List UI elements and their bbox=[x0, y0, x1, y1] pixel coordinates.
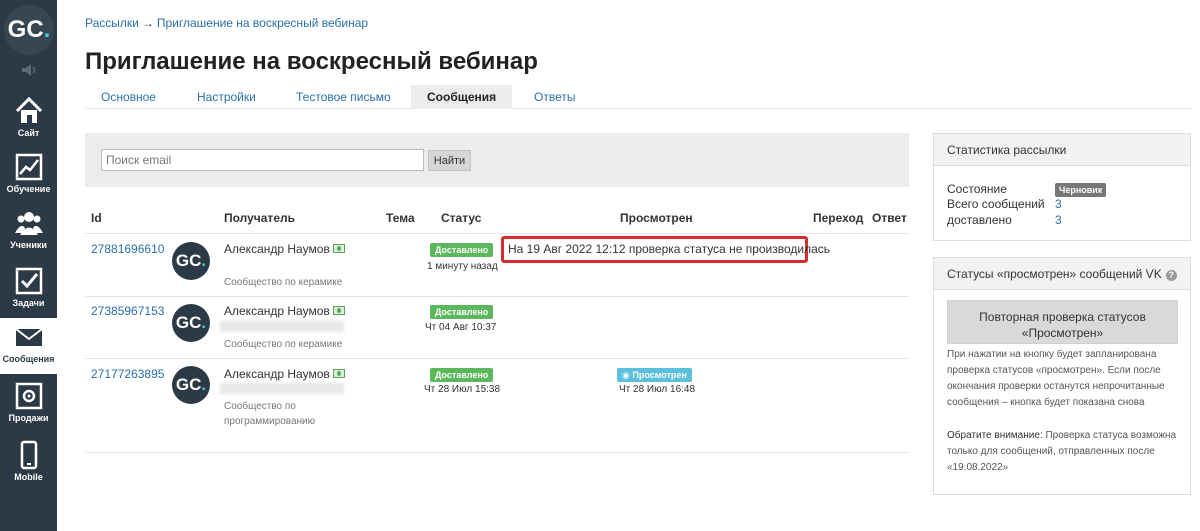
sidebar-item-label: Сайт bbox=[17, 128, 40, 138]
column-header-subject: Тема bbox=[386, 211, 415, 225]
sidebar-item-learning[interactable]: Обучение bbox=[0, 148, 57, 204]
sidebar-item-sales[interactable]: Продажи bbox=[0, 377, 57, 433]
status-time: 1 минуту назад bbox=[427, 261, 498, 272]
sidebar-item-label: Задачи bbox=[12, 298, 45, 308]
sidebar-item-label: Обучение bbox=[6, 184, 51, 194]
chart-icon bbox=[15, 153, 42, 181]
recipient-group-line2: программированию bbox=[224, 416, 316, 427]
envelope-icon bbox=[14, 328, 43, 346]
warning-text: Обратите внимание: Проверка статуса возм… bbox=[947, 430, 1177, 473]
sidebar-item-tasks[interactable]: Задачи bbox=[0, 262, 57, 318]
tab-messages[interactable]: Сообщения bbox=[411, 85, 513, 109]
state-badge: Черновик bbox=[1055, 183, 1107, 197]
vk-icon bbox=[332, 306, 345, 315]
breadcrumb-separator: → bbox=[141, 16, 154, 30]
column-header-status: Статус bbox=[441, 211, 482, 225]
recipient-name[interactable]: Александр Наумов bbox=[224, 242, 345, 256]
delivered-value-link[interactable]: 3 bbox=[1055, 213, 1062, 227]
sidebar-item-messages[interactable]: Сообщения bbox=[0, 318, 57, 374]
status-time: Чт 04 Авг 10:37 bbox=[425, 322, 497, 333]
recipient-group: Сообщество по керамике bbox=[224, 277, 343, 288]
sidebar-item-students[interactable]: Ученики bbox=[0, 204, 57, 260]
vk-icon bbox=[332, 369, 345, 378]
divider bbox=[85, 358, 909, 359]
sidebar-item-mobile[interactable]: Mobile bbox=[0, 436, 57, 492]
viewed-status-note: На 19 Авг 2022 12:12 проверка статуса не… bbox=[501, 236, 830, 263]
redacted-contact bbox=[220, 383, 344, 394]
logo[interactable]: GC. bbox=[4, 5, 54, 55]
total-value-link[interactable]: 3 bbox=[1055, 197, 1062, 211]
recipient-name[interactable]: Александр Наумов bbox=[224, 367, 345, 381]
sidebar: GC. Сайт Обучение Ученики Задачи Сообщен… bbox=[0, 0, 57, 531]
speaker-icon[interactable] bbox=[19, 63, 39, 77]
search-panel: Найти bbox=[85, 133, 909, 187]
column-header-click: Переход bbox=[813, 211, 864, 225]
state-label: Состояние bbox=[947, 182, 1007, 196]
sidebar-item-label: Продажи bbox=[8, 413, 49, 423]
redacted-contact bbox=[220, 321, 344, 332]
total-label: Всего сообщений bbox=[947, 197, 1045, 211]
vk-icon bbox=[332, 244, 345, 253]
recipient-group: Сообщество по керамике bbox=[224, 339, 343, 350]
message-id-link[interactable]: 27177263895 bbox=[91, 367, 164, 381]
avatar: GC. bbox=[172, 304, 210, 342]
vk-status-panel: Статусы «просмотрен» сообщений VK? Повто… bbox=[933, 257, 1191, 495]
stats-panel-title: Статистика рассылки bbox=[934, 134, 1190, 166]
users-icon bbox=[14, 212, 43, 235]
page-title: Приглашение на воскресный вебинар bbox=[85, 48, 538, 75]
search-button[interactable]: Найти bbox=[428, 150, 471, 171]
home-icon bbox=[15, 96, 42, 123]
delivered-label: доставлено bbox=[947, 213, 1012, 227]
divider bbox=[85, 452, 909, 453]
tab-answers[interactable]: Ответы bbox=[534, 85, 575, 109]
safe-icon bbox=[15, 382, 42, 410]
sidebar-item-label: Сообщения bbox=[2, 354, 55, 364]
stats-panel: Статистика рассылки Состояние Черновик В… bbox=[933, 133, 1191, 241]
tab-bar: Основное Настройки Тестовое письмо Сообщ… bbox=[85, 85, 1191, 109]
divider bbox=[85, 296, 909, 297]
column-header-recipient: Получатель bbox=[224, 211, 295, 225]
help-icon[interactable]: ? bbox=[1165, 270, 1177, 281]
sidebar-item-site[interactable]: Сайт bbox=[0, 92, 57, 148]
status-badge: Доставлено bbox=[430, 243, 494, 257]
status-time: Чт 28 Июл 15:38 bbox=[424, 384, 501, 395]
eye-icon: ◉ bbox=[622, 370, 633, 380]
tab-main[interactable]: Основное bbox=[101, 85, 156, 109]
breadcrumb-current[interactable]: Приглашение на воскресный вебинар bbox=[157, 16, 368, 30]
viewed-badge: ◉ Просмотрен bbox=[617, 368, 692, 382]
tab-settings[interactable]: Настройки bbox=[197, 85, 256, 109]
phone-icon bbox=[20, 440, 37, 470]
recheck-viewed-button[interactable]: Повторная проверка статусов «Просмотрен» bbox=[947, 300, 1178, 344]
recipient-name[interactable]: Александр Наумов bbox=[224, 304, 345, 318]
breadcrumb-parent[interactable]: Рассылки bbox=[85, 16, 139, 30]
status-badge: Доставлено bbox=[430, 305, 494, 319]
column-header-id: Id bbox=[91, 211, 102, 225]
avatar: GC. bbox=[172, 366, 210, 404]
recipient-group-line1: Сообщество по bbox=[224, 401, 296, 412]
breadcrumb: Рассылки → Приглашение на воскресный вебин… bbox=[85, 16, 368, 30]
checkbox-icon bbox=[15, 267, 42, 295]
status-badge: Доставлено bbox=[430, 368, 494, 382]
divider bbox=[85, 233, 909, 234]
tab-test-letter[interactable]: Тестовое письмо bbox=[296, 85, 391, 109]
sidebar-item-label: Mobile bbox=[14, 472, 43, 482]
viewed-time: Чт 28 Июл 16:48 bbox=[619, 384, 696, 395]
recheck-info-text: При нажатии на кнопку будет запланирован… bbox=[947, 349, 1165, 408]
sidebar-item-label: Ученики bbox=[10, 240, 47, 250]
column-header-reply: Ответ bbox=[872, 211, 907, 225]
message-id-link[interactable]: 27881696610 bbox=[91, 242, 164, 256]
vk-panel-title: Статусы «просмотрен» сообщений VK? bbox=[934, 258, 1190, 290]
message-id-link[interactable]: 27385967153 bbox=[91, 304, 164, 318]
search-input[interactable] bbox=[101, 149, 424, 171]
column-header-viewed: Просмотрен bbox=[620, 211, 693, 225]
avatar: GC. bbox=[172, 242, 210, 280]
